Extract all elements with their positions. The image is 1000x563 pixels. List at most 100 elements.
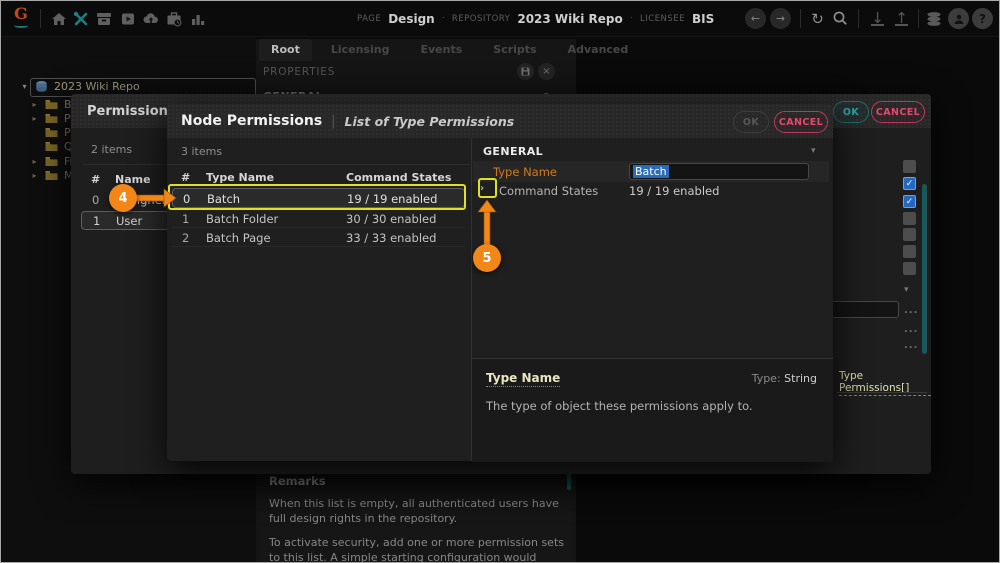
property-help-panel: Type Name Type: String The type of objec… bbox=[472, 358, 833, 462]
forward-button[interactable]: → bbox=[770, 8, 791, 29]
tab-root[interactable]: Root bbox=[259, 39, 312, 61]
permission-checkbox[interactable] bbox=[903, 262, 916, 275]
tree-expander-icon[interactable]: ▸ bbox=[30, 114, 39, 123]
tree-root-label: 2023 Wiki Repo bbox=[54, 80, 140, 93]
type-label: Type: bbox=[751, 372, 781, 385]
permission-checkbox[interactable] bbox=[903, 212, 916, 225]
home-icon[interactable] bbox=[50, 10, 68, 28]
column-header-type-name[interactable]: Type Name bbox=[206, 171, 274, 184]
column-header-index[interactable]: # bbox=[91, 173, 100, 186]
column-header-command-states[interactable]: Command States bbox=[346, 171, 451, 184]
row-divider bbox=[172, 246, 465, 247]
logo-wave-icon bbox=[14, 23, 28, 28]
column-header-index[interactable]: # bbox=[181, 171, 190, 184]
permission-checkbox[interactable]: ✓ bbox=[903, 195, 916, 208]
row-index: 1 bbox=[182, 212, 190, 226]
close-icon: × bbox=[542, 66, 551, 77]
top-toolbar: G PAGE Design · REPOSITORY 2023 Wiki Rep… bbox=[1, 1, 999, 37]
row-index: 0 bbox=[183, 192, 191, 206]
permission-checkbox[interactable] bbox=[903, 160, 916, 173]
row-index: 1 bbox=[93, 214, 101, 228]
briefcase-clock-icon[interactable] bbox=[165, 10, 183, 28]
play-box-icon[interactable] bbox=[119, 10, 137, 28]
row-divider bbox=[172, 227, 465, 228]
type-name-input[interactable]: Batch bbox=[629, 163, 809, 180]
database-icon[interactable] bbox=[925, 10, 943, 28]
type-name-label[interactable]: Type Name bbox=[493, 165, 557, 179]
repository-value[interactable]: 2023 Wiki Repo bbox=[517, 12, 622, 26]
chevron-down-icon[interactable]: ▾ bbox=[811, 146, 816, 156]
column-header-name[interactable]: Name bbox=[115, 173, 151, 186]
ellipsis-button[interactable]: ... bbox=[904, 305, 918, 316]
row-index: 0 bbox=[92, 193, 100, 207]
forward-icon: → bbox=[775, 12, 786, 25]
cancel-button[interactable]: CANCEL bbox=[774, 111, 828, 133]
permission-checkbox[interactable] bbox=[903, 228, 916, 241]
divider bbox=[167, 164, 471, 165]
bar-chart-icon[interactable] bbox=[189, 10, 207, 28]
save-properties-button[interactable] bbox=[517, 63, 534, 80]
folder-icon bbox=[45, 171, 58, 180]
ellipsis-button[interactable]: ... bbox=[904, 324, 918, 335]
table-row-batch-folder[interactable]: Batch Folder bbox=[206, 212, 278, 226]
tab-scripts[interactable]: Scripts bbox=[481, 39, 548, 61]
page-value[interactable]: Design bbox=[388, 12, 435, 26]
download-icon[interactable]: ↓ bbox=[867, 8, 888, 29]
dialog-scrollbar[interactable] bbox=[922, 184, 927, 354]
table-row-batch-page[interactable]: Batch Page bbox=[206, 231, 271, 245]
divider bbox=[837, 392, 927, 393]
user-icon[interactable] bbox=[948, 8, 969, 29]
row-command-states: 19 / 19 enabled bbox=[347, 192, 438, 206]
toolbar-divider bbox=[800, 9, 801, 28]
row-index: 2 bbox=[182, 231, 190, 245]
table-row-designer[interactable]: Designer bbox=[115, 193, 167, 207]
toolbar-divider bbox=[40, 9, 41, 28]
table-row-batch[interactable]: 0 Batch 19 / 19 enabled bbox=[172, 188, 465, 208]
tree-expander-icon[interactable]: ▾ bbox=[20, 82, 29, 91]
permission-checkbox[interactable]: ✓ bbox=[903, 177, 916, 190]
folder-icon bbox=[45, 100, 58, 109]
chevron-down-icon[interactable]: ▾ bbox=[904, 285, 909, 295]
tab-events[interactable]: Events bbox=[408, 39, 474, 61]
close-properties-button[interactable]: × bbox=[538, 63, 555, 80]
help-property-name: Type Name bbox=[486, 371, 561, 387]
dialog-subtitle: List of Type Permissions bbox=[344, 113, 515, 129]
ok-button[interactable]: OK bbox=[833, 101, 869, 123]
cancel-button[interactable]: CANCEL bbox=[871, 101, 925, 123]
breadcrumb-dot: · bbox=[441, 13, 445, 24]
toolbar-divider bbox=[918, 9, 919, 28]
folder-icon bbox=[45, 128, 58, 137]
command-states-label[interactable]: Command States bbox=[499, 184, 598, 198]
tab-licensing[interactable]: Licensing bbox=[319, 39, 402, 61]
upload-icon[interactable]: ↑ bbox=[891, 8, 912, 29]
licensee-value[interactable]: BIS bbox=[692, 12, 714, 26]
tab-advanced[interactable]: Advanced bbox=[556, 39, 641, 61]
tree-expander-icon[interactable]: ▸ bbox=[30, 171, 39, 180]
properties-header: PROPERTIES bbox=[263, 66, 336, 78]
node-permissions-dialog: Node Permissions | List of Type Permissi… bbox=[167, 104, 833, 462]
help-property-type: Type: String bbox=[752, 372, 817, 385]
row-command-states: 33 / 33 enabled bbox=[346, 231, 437, 245]
breadcrumb-dot: · bbox=[629, 13, 633, 24]
app-logo[interactable]: G bbox=[11, 5, 31, 28]
items-count: 2 items bbox=[91, 143, 133, 156]
remarks-paragraph: When this list is empty, all authenticat… bbox=[269, 497, 559, 526]
search-icon[interactable] bbox=[831, 9, 849, 27]
type-value: String bbox=[784, 372, 817, 385]
tools-icon[interactable] bbox=[72, 10, 90, 28]
ellipsis-button[interactable]: ... bbox=[904, 340, 918, 351]
refresh-icon[interactable]: ↻ bbox=[807, 8, 828, 29]
tree-root-item[interactable]: ▾ 2023 Wiki Repo bbox=[20, 80, 140, 93]
help-icon[interactable]: ? bbox=[972, 8, 993, 29]
expand-command-states-button[interactable]: › bbox=[480, 183, 484, 194]
archive-box-icon[interactable] bbox=[95, 10, 113, 28]
permission-checkbox[interactable] bbox=[903, 245, 916, 258]
ok-button[interactable]: OK bbox=[733, 111, 769, 133]
tree-expander-icon[interactable]: ▸ bbox=[30, 157, 39, 166]
general-section-header[interactable]: GENERAL bbox=[483, 145, 543, 158]
cloud-upload-icon[interactable] bbox=[142, 10, 160, 28]
back-button[interactable]: ← bbox=[745, 8, 766, 29]
remarks-title: Remarks bbox=[269, 474, 326, 488]
items-count: 3 items bbox=[181, 145, 223, 158]
tree-expander-icon[interactable]: ▸ bbox=[30, 100, 39, 109]
